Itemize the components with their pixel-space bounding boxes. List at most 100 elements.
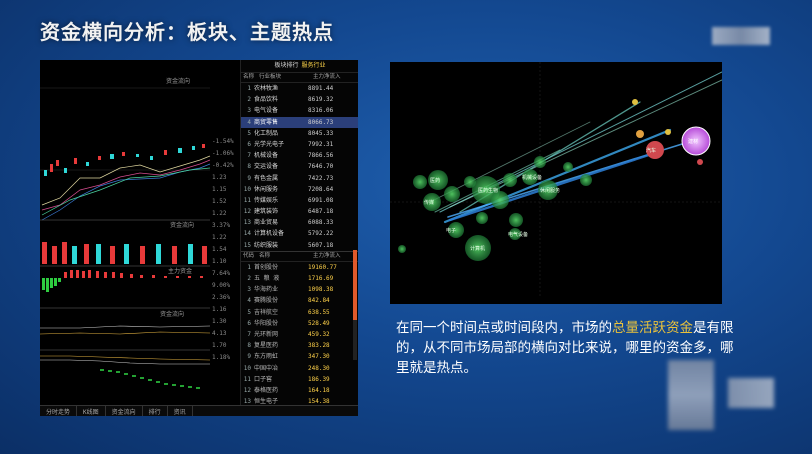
sector-row[interactable]: 9 有色金属 7422.73 (241, 173, 358, 184)
sector-rank: 3 (247, 107, 251, 115)
sector-value: 8316.06 (308, 107, 334, 115)
svg-text:电气设备: 电气设备 (508, 231, 528, 238)
sector-name: 纺织服装 (254, 241, 279, 249)
sector-row[interactable]: 10 休闲服务 7208.64 (241, 184, 358, 195)
stock-rank: 5 (247, 308, 251, 316)
stock-name: 华阳股份 (254, 319, 279, 327)
stock-row[interactable]: 2五 粮 液 1716.69 (241, 273, 358, 284)
scrollbar[interactable] (353, 250, 357, 360)
stock-rank: 7 (247, 330, 251, 338)
sector-row[interactable]: 4 商贸零售 8066.73 (241, 116, 358, 128)
svg-text:建材: 建材 (688, 138, 698, 145)
sector-row[interactable]: 6 光学光电子 7992.31 (241, 139, 358, 150)
stock-value: 19160.77 (308, 263, 337, 271)
sector-row[interactable]: 12 建筑装饰 6487.18 (241, 206, 358, 217)
chart-label-1: 资金流向 (166, 78, 191, 85)
sector-rank: 8 (247, 163, 251, 171)
sector-value: 7646.70 (308, 163, 334, 171)
scrollbar-thumb[interactable] (353, 250, 357, 320)
sector-name: 传媒娱乐 (254, 196, 279, 204)
sector-value: 8066.73 (308, 118, 334, 126)
stock-rank: 2 (247, 275, 251, 282)
tab-news[interactable]: 资讯 (168, 406, 193, 416)
flow-line-1 (40, 325, 211, 329)
svg-text:休闲服务: 休闲服务 (540, 187, 560, 194)
green-dash-line (100, 369, 200, 389)
sector-value: 7866.56 (308, 152, 334, 160)
tab-fund-flow[interactable]: 资金流向 (106, 406, 143, 416)
sector-rank: 1 (247, 85, 251, 92)
sector-row[interactable]: 3 电气设备 8316.06 (241, 105, 358, 116)
stock-row[interactable]: 8 复星医药 383.28 (241, 340, 358, 351)
sector-value: 7992.31 (308, 140, 334, 148)
stock-row[interactable]: 6 华阳股份 528.49 (241, 318, 358, 329)
sector-row[interactable]: 5 化工制品 8045.33 (241, 128, 358, 139)
tab-timeline[interactable]: 分时走势 (40, 406, 78, 416)
sector-value: 5607.18 (308, 241, 334, 249)
stock-name: 赛腾股份 (254, 297, 279, 305)
stock-row[interactable]: 11 口子窖 186.39 (241, 374, 358, 385)
stock-name: 泰格医药 (254, 386, 279, 394)
stock-list-section: 代码 名称 主力净流入 1 首创股份 19160.77 2 五 粮 液 1716.69 3 华… (241, 250, 358, 416)
sector-row[interactable]: 8 交运设备 7646.70 (241, 161, 358, 172)
sector-value: 7208.64 (308, 185, 334, 193)
highlight-text: 总量活跃资金 (612, 320, 693, 336)
stock-value: 383.28 (308, 342, 330, 350)
sector-row[interactable]: 15 纺织服装 5607.18 (241, 240, 358, 251)
stock-name: 吉祥航空 (254, 308, 279, 316)
tab-ranking[interactable]: 排行 (143, 406, 168, 416)
sector-name: 有色金属 (254, 174, 279, 182)
stock-row[interactable]: 3 华海药业 1098.38 (241, 284, 358, 295)
stock-rank: 1 (247, 263, 251, 271)
price-axis: -1.54% -1.06% -0.42% 1.23 1.15 1.52 1.22… (212, 138, 234, 361)
stock-row[interactable]: 9 东方雨虹 347.30 (241, 351, 358, 362)
stock-rank: 9 (247, 353, 251, 361)
flow-trails (429, 71, 722, 224)
stock-rank: 3 (247, 286, 251, 294)
stock-value: 248.30 (308, 364, 330, 372)
sector-rank: 13 (243, 219, 251, 227)
stock-row[interactable]: 12 泰格医药 164.18 (241, 385, 358, 396)
stock-row[interactable]: 5 吉祥航空 638.55 (241, 307, 358, 318)
stock-row[interactable]: 10 中国中冶 248.30 (241, 363, 358, 374)
candles (44, 144, 205, 176)
ma-line-4 (41, 167, 211, 216)
stock-name: 首创股份 (254, 263, 279, 271)
sector-rank: 15 (243, 241, 251, 249)
bubble-svg: 医药 医药生物 休闲服务 传媒 电子 计算机 电气设备 机械设备 汽车 建材 (390, 62, 722, 297)
tab-kline[interactable]: K线图 (77, 406, 106, 416)
stock-value: 528.49 (308, 319, 330, 327)
stock-name: 中国中冶 (254, 364, 279, 372)
svg-text:医药: 医药 (430, 177, 440, 184)
sector-row[interactable]: 7 机械设备 7866.56 (241, 150, 358, 161)
slide-title: 资金横向分析：板块、主题热点 (40, 20, 334, 44)
sector-row[interactable]: 14 计算机设备 5792.22 (241, 228, 358, 239)
sector-rank: 11 (243, 196, 251, 204)
sector-name: 建筑装饰 (254, 208, 279, 216)
stock-row[interactable]: 7 光环新网 459.32 (241, 329, 358, 340)
sector-row[interactable]: 2 食品饮料 8619.32 (241, 94, 358, 105)
stock-value: 638.55 (308, 308, 330, 316)
stock-row[interactable]: 1 首创股份 19160.77 (241, 262, 358, 273)
sector-row[interactable]: 1 农林牧渔 8891.44 (241, 83, 358, 94)
sector-rank: 5 (247, 129, 251, 137)
stock-list: 1 首创股份 19160.77 2 五 粮 液 1716.69 3 华海药业 1098.38 4 赛… (241, 262, 358, 416)
sector-rank: 12 (243, 208, 251, 216)
sector-rank: 4 (247, 118, 251, 126)
sector-rank: 7 (247, 152, 251, 160)
svg-text:电子: 电子 (446, 227, 456, 234)
stock-row[interactable]: 4 赛腾股份 842.84 (241, 295, 358, 306)
sector-value: 6088.33 (308, 219, 334, 227)
sector-value: 8619.32 (308, 96, 334, 104)
stock-rank: 12 (243, 386, 251, 394)
sector-row[interactable]: 13 商业贸易 6088.33 (241, 217, 358, 228)
svg-text:汽车: 汽车 (646, 147, 656, 154)
stock-name: 光环新网 (254, 330, 279, 338)
sector-row[interactable]: 11 传媒娱乐 6991.08 (241, 195, 358, 206)
chart-label-4: 资金流向 (160, 311, 185, 318)
sector-value: 7422.73 (308, 174, 334, 182)
ma-line-2 (41, 159, 211, 211)
sector-name: 商贸零售 (254, 118, 279, 126)
flow-line-4 (40, 359, 210, 365)
chart-label-3: 主力资金 (168, 268, 193, 275)
